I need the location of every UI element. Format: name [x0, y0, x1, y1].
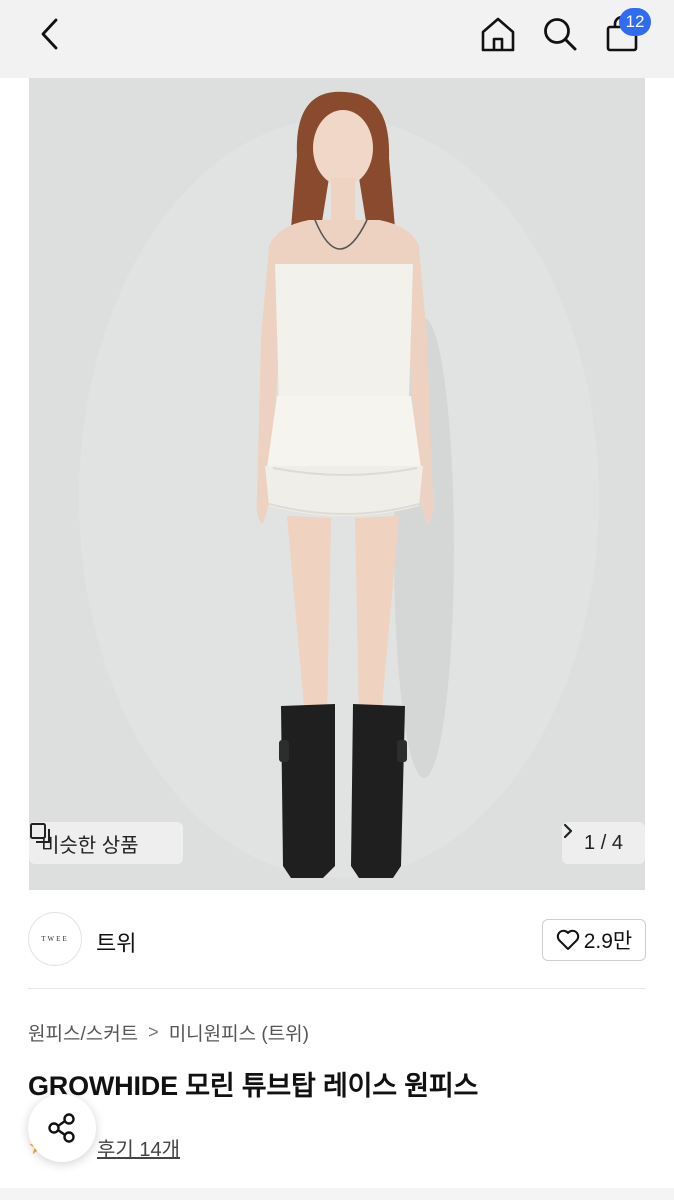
similar-products-button[interactable]: 비슷한 상품 — [29, 822, 183, 864]
home-button[interactable] — [474, 10, 522, 58]
like-button[interactable]: 2.9만 — [542, 919, 646, 961]
search-button[interactable] — [536, 10, 584, 58]
home-icon — [481, 17, 515, 52]
product-photo — [29, 78, 645, 890]
product-detail-page: 12 비슷한 상품 1 / 4 TWEE 트위 2.9만 원피스/스커트 > 미… — [0, 0, 674, 1200]
image-counter[interactable]: 1 / 4 — [562, 822, 645, 864]
breadcrumb-separator: > — [148, 1022, 159, 1042]
brand-name[interactable]: 트위 — [96, 926, 136, 958]
breadcrumb: 원피스/스커트 > 미니원피스 (트위) — [28, 1019, 309, 1046]
chevron-left-icon — [41, 18, 58, 50]
brand-logo[interactable]: TWEE — [28, 912, 82, 966]
bottom-area — [0, 1188, 674, 1200]
image-counter-text: 1 / 4 — [584, 831, 623, 854]
heart-icon — [556, 929, 579, 950]
brand-logo-text: TWEE — [41, 935, 69, 943]
cart-count-badge: 12 — [619, 8, 651, 36]
divider — [28, 988, 646, 989]
chevron-right-icon — [563, 823, 573, 839]
search-icon — [544, 18, 577, 51]
share-button[interactable] — [28, 1094, 96, 1162]
similar-items-icon — [30, 823, 50, 843]
top-navigation-bar: 12 — [0, 0, 674, 78]
similar-products-label: 비슷한 상품 — [41, 834, 139, 857]
breadcrumb-category[interactable]: 원피스/스커트 — [28, 1019, 138, 1046]
like-count: 2.9만 — [583, 930, 633, 953]
product-title: GROWHIDE 모린 튜브탑 레이스 원피스 — [28, 1071, 479, 1101]
back-button[interactable] — [28, 12, 72, 56]
share-icon — [48, 1113, 75, 1143]
review-count-link[interactable]: 후기 14개 — [97, 1133, 180, 1162]
product-image-carousel[interactable]: 비슷한 상품 1 / 4 — [29, 78, 645, 890]
breadcrumb-subcategory[interactable]: 미니원피스 (트위) — [169, 1019, 309, 1046]
brand-row: TWEE 트위 2.9만 — [0, 892, 674, 988]
